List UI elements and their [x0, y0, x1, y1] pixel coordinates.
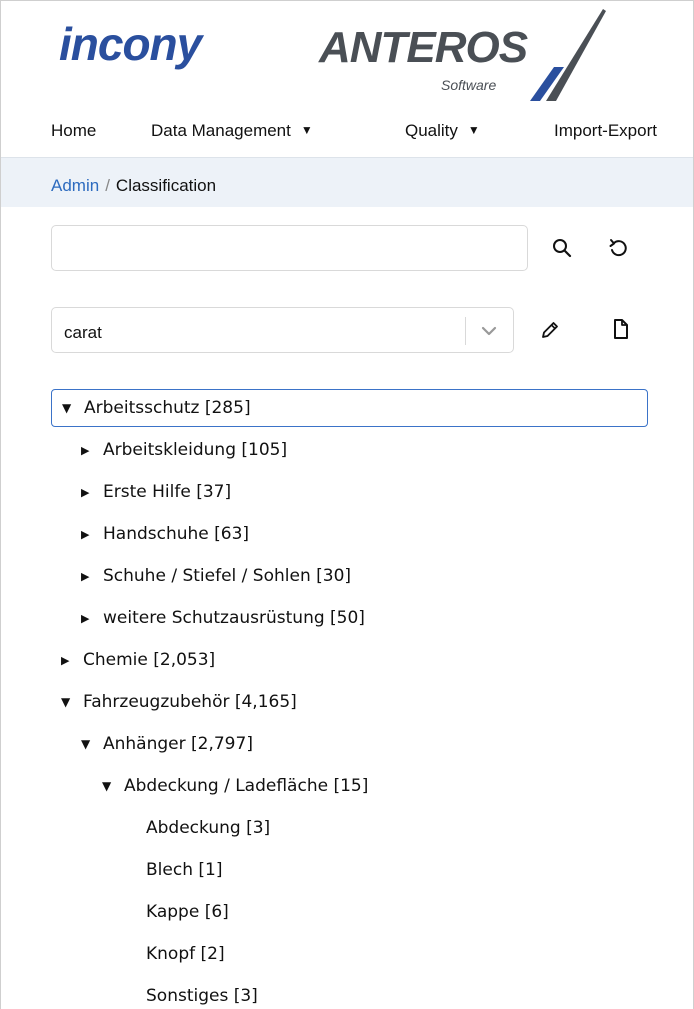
nav-quality-label: Quality	[405, 121, 458, 140]
tree-node-kappe[interactable]: Kappe [6]	[146, 893, 229, 931]
tree-node-knopf[interactable]: Knopf [2]	[146, 935, 225, 973]
caret-down-icon[interactable]: ▼	[61, 695, 75, 709]
tree-node-label: Abdeckung / Ladefläche [15]	[124, 776, 369, 796]
nav-data-management[interactable]: Data Management ▼	[151, 121, 313, 141]
anteros-logo-subtitle: Software	[441, 77, 497, 93]
chevron-down-icon[interactable]	[480, 322, 498, 340]
tree-node-label: Knopf [2]	[146, 944, 225, 964]
tree-node-label: Sonstiges [3]	[146, 986, 258, 1006]
caret-down-icon[interactable]: ▼	[102, 779, 116, 793]
tree-node-weitere-schutzausruestung[interactable]: ▶ weitere Schutzausrüstung [50]	[81, 599, 365, 637]
tree-node-sonstiges[interactable]: Sonstiges [3]	[146, 977, 258, 1009]
tree-node-arbeitskleidung[interactable]: ▶ Arbeitskleidung [105]	[81, 431, 287, 469]
tree-node-abdeckung-ladeflaeche[interactable]: ▼ Abdeckung / Ladefläche [15]	[102, 767, 368, 805]
main-nav: Home Data Management ▼ Quality ▼ Import-Ex…	[1, 111, 693, 155]
nav-import-export-label: Import-Export	[554, 121, 657, 140]
tree-node-blech[interactable]: Blech [1]	[146, 851, 222, 889]
tree-node-label: Chemie [2,053]	[83, 650, 216, 670]
new-document-icon	[614, 319, 628, 339]
breadcrumb-admin-link[interactable]: Admin	[51, 176, 99, 195]
nav-quality[interactable]: Quality ▼	[405, 121, 480, 141]
caret-right-icon[interactable]: ▶	[81, 444, 95, 457]
tree-node-chemie[interactable]: ▶ Chemie [2,053]	[61, 641, 215, 679]
search-input[interactable]	[51, 225, 528, 271]
caret-right-icon[interactable]: ▶	[81, 612, 95, 625]
classification-select-value: carat	[64, 323, 102, 342]
tree-node-label: weitere Schutzausrüstung [50]	[103, 608, 365, 628]
tree-node-label: Erste Hilfe [37]	[103, 482, 232, 502]
tree-node-arbeitsschutz[interactable]: ▼ Arbeitsschutz [285]	[51, 389, 648, 427]
incony-logo[interactable]: incony	[59, 17, 202, 71]
anteros-slashes-logo	[530, 9, 606, 101]
tree-node-fahrzeugzubehoer[interactable]: ▼ Fahrzeugzubehör [4,165]	[61, 683, 297, 721]
nav-data-management-label: Data Management	[151, 121, 291, 140]
tree-node-erste-hilfe[interactable]: ▶ Erste Hilfe [37]	[81, 473, 231, 511]
select-divider	[465, 317, 466, 345]
tree-node-schuhe-stiefel-sohlen[interactable]: ▶ Schuhe / Stiefel / Sohlen [30]	[81, 557, 351, 595]
tree-node-anhaenger[interactable]: ▼ Anhänger [2,797]	[81, 725, 253, 763]
tree-node-label: Handschuhe [63]	[103, 524, 250, 544]
anteros-logo[interactable]: ANTEROS	[319, 23, 528, 73]
new-classification-button[interactable]	[605, 313, 637, 345]
nav-home[interactable]: Home	[51, 121, 96, 141]
header: incony ANTEROS Software	[1, 1, 693, 107]
breadcrumb-current: Classification	[115, 176, 217, 195]
tree-node-label: Anhänger [2,797]	[103, 734, 253, 754]
caret-down-icon: ▼	[467, 123, 480, 137]
search-icon	[553, 239, 572, 258]
classification-select[interactable]: carat	[51, 307, 514, 353]
breadcrumb-separator: /	[105, 176, 110, 195]
search-button[interactable]	[546, 232, 578, 264]
caret-down-icon[interactable]: ▼	[62, 401, 76, 415]
caret-right-icon[interactable]: ▶	[81, 570, 95, 583]
tree-node-label: Schuhe / Stiefel / Sohlen [30]	[103, 566, 352, 586]
caret-down-icon: ▼	[300, 123, 313, 137]
tree-node-label: Blech [1]	[146, 860, 223, 880]
nav-home-label: Home	[51, 121, 97, 140]
pencil-icon	[542, 322, 558, 338]
edit-classification-button[interactable]	[534, 314, 566, 346]
reset-button[interactable]	[602, 232, 634, 264]
nav-import-export[interactable]: Import-Export	[554, 121, 657, 141]
tree-node-label: Arbeitskleidung [105]	[103, 440, 288, 460]
tree-node-label: Abdeckung [3]	[146, 818, 271, 838]
caret-right-icon[interactable]: ▶	[81, 486, 95, 499]
breadcrumb: Admin / Classification	[1, 157, 693, 207]
tree-node-label: Arbeitsschutz [285]	[84, 398, 251, 418]
tree-node-abdeckung[interactable]: Abdeckung [3]	[146, 809, 270, 847]
tree-node-label: Kappe [6]	[146, 902, 229, 922]
app-frame: incony ANTEROS Software Home Data Manage…	[0, 0, 694, 1009]
tree-node-handschuhe[interactable]: ▶ Handschuhe [63]	[81, 515, 249, 553]
caret-right-icon[interactable]: ▶	[61, 654, 75, 667]
caret-right-icon[interactable]: ▶	[81, 528, 95, 541]
reset-icon	[609, 239, 627, 257]
tree-node-label: Fahrzeugzubehör [4,165]	[83, 692, 297, 712]
caret-down-icon[interactable]: ▼	[81, 737, 95, 751]
